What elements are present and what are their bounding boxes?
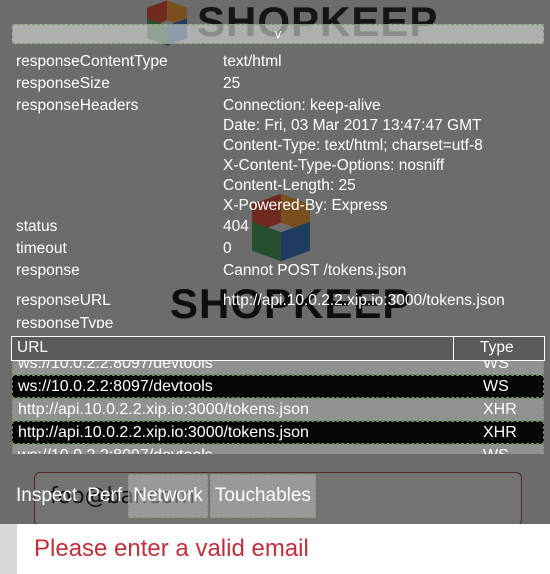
- detail-key: responseHeaders: [16, 97, 139, 114]
- tab-network[interactable]: Network: [128, 474, 208, 518]
- request-url: http://api.10.0.2.2.xip.io:3000/tokens.j…: [18, 424, 309, 441]
- detail-value: 25: [223, 75, 241, 92]
- request-details-panel[interactable]: responseContentType text/html responseSi…: [16, 50, 546, 328]
- request-url: ws://10.0.2.2:8097/devtools: [18, 378, 213, 395]
- request-type: WS: [483, 378, 509, 395]
- detail-key: timeout: [16, 240, 67, 257]
- detail-key: responseURL: [16, 292, 111, 309]
- table-row[interactable]: http://api.10.0.2.2.xip.io:3000/tokens.j…: [12, 421, 544, 444]
- detail-value: Connection: keep-alive Date: Fri, 03 Mar…: [223, 97, 483, 214]
- detail-key: status: [16, 218, 58, 235]
- request-url: http://api.10.0.2.2.xip.io:3000/tokens.j…: [18, 401, 309, 418]
- tab-touchables[interactable]: Touchables: [209, 474, 316, 518]
- detail-value: Cannot POST /tokens.json: [223, 262, 407, 279]
- request-type: XHR: [483, 424, 517, 441]
- error-message: Please enter a valid email: [34, 535, 309, 562]
- column-header-type: Type: [480, 339, 514, 356]
- column-divider: [453, 337, 454, 360]
- network-request-list[interactable]: ws://10.0.2.2:8097/devtools WS ws://10.0…: [12, 361, 544, 454]
- detail-value: 404: [223, 218, 249, 235]
- request-type: WS: [483, 361, 509, 372]
- detail-key: responseSize: [16, 75, 110, 92]
- detail-value: http://api.10.0.2.2.xip.io:3000/tokens.j…: [223, 292, 505, 309]
- request-type: WS: [483, 445, 509, 454]
- collapse-toggle-button[interactable]: v: [12, 24, 544, 44]
- column-header-url: URL: [17, 339, 49, 356]
- table-row[interactable]: ws://10.0.2.2:8097/devtools WS: [12, 361, 544, 375]
- inspector-tab-bar: Inspect Perf Network Touchables: [12, 474, 316, 518]
- table-row[interactable]: ws://10.0.2.2:8097/devtools WS: [12, 375, 544, 398]
- detail-value: 0: [223, 240, 232, 257]
- request-type: XHR: [483, 401, 517, 418]
- detail-value: text/html: [223, 53, 282, 70]
- tab-inspect[interactable]: Inspect: [12, 474, 81, 518]
- detail-key: response: [16, 262, 80, 279]
- detail-key: responseContentType: [16, 53, 168, 70]
- request-url: ws://10.0.2.2:8097/devtools: [18, 445, 213, 454]
- table-row[interactable]: http://api.10.0.2.2.xip.io:3000/tokens.j…: [12, 398, 544, 421]
- tab-perf[interactable]: Perf: [83, 474, 126, 518]
- detail-key: responseType: [16, 315, 114, 328]
- table-row[interactable]: ws://10.0.2.2:8097/devtools WS: [12, 444, 544, 454]
- request-url: ws://10.0.2.2:8097/devtools: [18, 361, 213, 372]
- network-table-header: URL Type: [11, 336, 545, 361]
